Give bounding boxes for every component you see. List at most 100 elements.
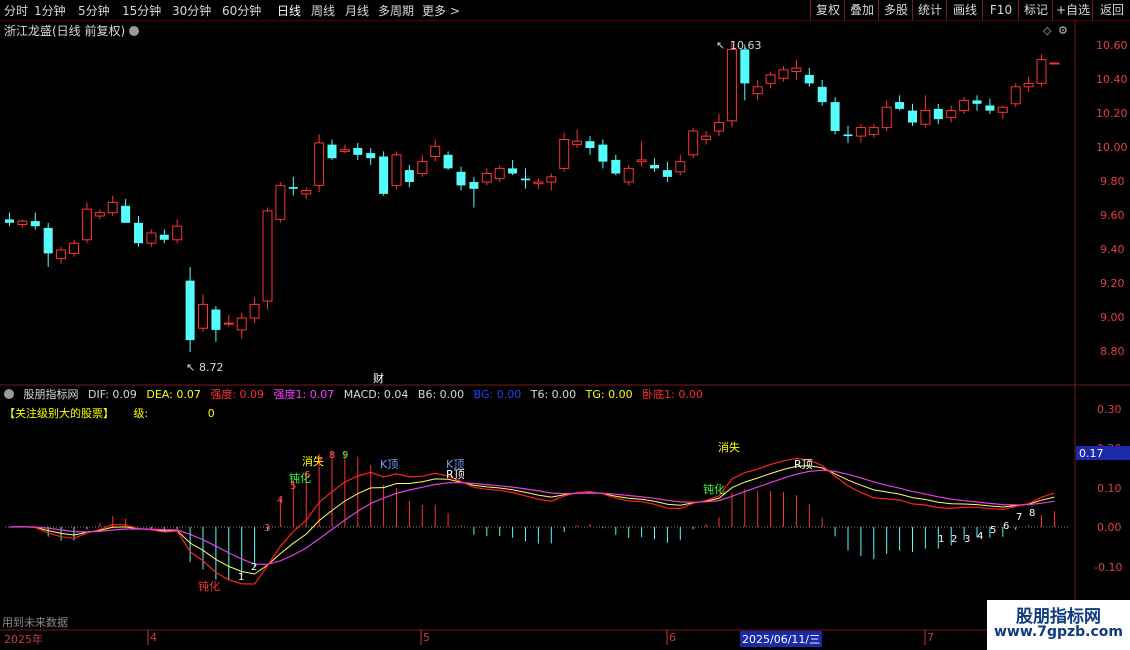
count-label: 1 — [938, 534, 944, 545]
settings-icon[interactable]: ⚙ — [1058, 24, 1068, 37]
candle — [1010, 86, 1021, 105]
candle — [353, 148, 363, 155]
candle — [339, 149, 350, 152]
signal-label: 钝化 — [703, 482, 725, 496]
candle — [223, 322, 234, 325]
month-label: 4 — [150, 631, 157, 644]
signal-label: R顶 — [446, 468, 465, 481]
candle — [249, 303, 260, 319]
chart-canvas[interactable]: ◇ ⚙ 10.60 10.40 10.20 10.00 9.80 9.60 9.… — [0, 0, 1130, 650]
price-tick: 9.60 — [1100, 209, 1125, 222]
candle — [817, 86, 827, 103]
candle — [521, 178, 530, 181]
current-date-label: 2025/06/11/三 — [740, 631, 823, 647]
tg-value: TG: 0.00 — [585, 388, 633, 401]
count-label: 2 — [951, 534, 957, 545]
indicator-name[interactable]: 股朋指标网 — [24, 388, 79, 401]
indicator-tick: -0.10 — [1094, 561, 1122, 574]
level-label: 级: — [133, 407, 149, 420]
candle — [662, 170, 672, 177]
price-tick: 9.80 — [1100, 175, 1125, 188]
price-tick: 8.80 — [1100, 345, 1125, 358]
candle — [752, 86, 763, 95]
candle — [121, 205, 131, 223]
candle — [843, 134, 853, 137]
indicator-tick: 0.30 — [1097, 403, 1122, 416]
count-label: 3 — [264, 523, 270, 534]
count-label: 4 — [977, 531, 983, 542]
candle — [81, 208, 92, 241]
count-label: 2 — [251, 562, 257, 573]
candle — [881, 106, 892, 129]
candle — [546, 176, 557, 183]
candle — [417, 161, 428, 175]
candle — [559, 139, 570, 169]
macd-histogram — [21, 451, 1055, 581]
candle — [1023, 82, 1034, 88]
candle — [946, 110, 957, 118]
price-tick: 10.20 — [1096, 107, 1128, 120]
price-tick: 9.40 — [1100, 243, 1125, 256]
candle — [146, 232, 157, 244]
candle — [1036, 59, 1047, 84]
candle — [830, 102, 840, 131]
candle — [134, 222, 143, 244]
candle — [868, 127, 879, 135]
candle — [895, 102, 905, 109]
price-tick: 9.00 — [1100, 311, 1125, 324]
candle — [533, 181, 544, 185]
high-marker: ↖ — [716, 39, 725, 52]
candle — [804, 74, 814, 84]
year-label: 2025年 — [4, 633, 43, 646]
finance-marker[interactable]: 财 — [373, 371, 384, 385]
candle — [275, 184, 286, 220]
candle — [933, 108, 943, 120]
diamond-icon[interactable]: ◇ — [1043, 24, 1052, 37]
candle — [211, 309, 221, 330]
month-label: 6 — [669, 631, 676, 644]
dif-value: DIF: 0.09 — [88, 388, 137, 401]
candle — [198, 303, 208, 329]
count-label: 6 — [1003, 521, 1009, 532]
signal-label: R顶 — [794, 458, 813, 471]
candle — [701, 135, 712, 141]
price-tick: 10.60 — [1096, 39, 1128, 52]
b6-value: B6: 0.00 — [417, 388, 465, 401]
signal-label: 钝化 — [198, 579, 220, 593]
price-tick: 10.00 — [1096, 141, 1128, 154]
indicator-menu-icon[interactable] — [4, 389, 14, 399]
watermark-url: www.7gpzb.com — [993, 624, 1123, 640]
month-label: 5 — [423, 631, 430, 644]
candle — [714, 122, 724, 132]
watermark-logo: 股朋指标网 www.7gpzb.com — [987, 600, 1130, 650]
candle — [262, 210, 273, 302]
focus-text: 【关注级别大的股票】 — [4, 407, 114, 420]
count-label: 8 — [329, 450, 335, 461]
candle — [598, 144, 608, 162]
candle — [972, 100, 982, 104]
high-price-label: 10.63 — [730, 39, 762, 52]
indicator-current-value: 0.17 — [1079, 447, 1104, 460]
price-tick: 9.20 — [1100, 277, 1125, 290]
candle — [959, 99, 970, 112]
count-label: 9 — [342, 450, 348, 461]
candle — [585, 141, 595, 148]
month-label: 7 — [927, 631, 934, 644]
candle — [572, 140, 583, 146]
candle — [508, 168, 518, 174]
candle — [314, 142, 325, 186]
candle — [107, 201, 118, 214]
candle — [301, 190, 312, 195]
indicator-tick: 0.00 — [1097, 521, 1122, 534]
candle — [997, 106, 1008, 113]
candle — [855, 127, 866, 137]
candle — [94, 212, 105, 217]
strength1-value: 强度1: 0.07 — [273, 388, 335, 401]
candle — [404, 170, 414, 182]
candle — [688, 130, 699, 156]
macd-value: MACD: 0.04 — [343, 388, 409, 401]
candle — [17, 220, 28, 226]
candle — [456, 171, 466, 186]
count-label: 3 — [964, 534, 970, 545]
candle — [494, 167, 505, 180]
